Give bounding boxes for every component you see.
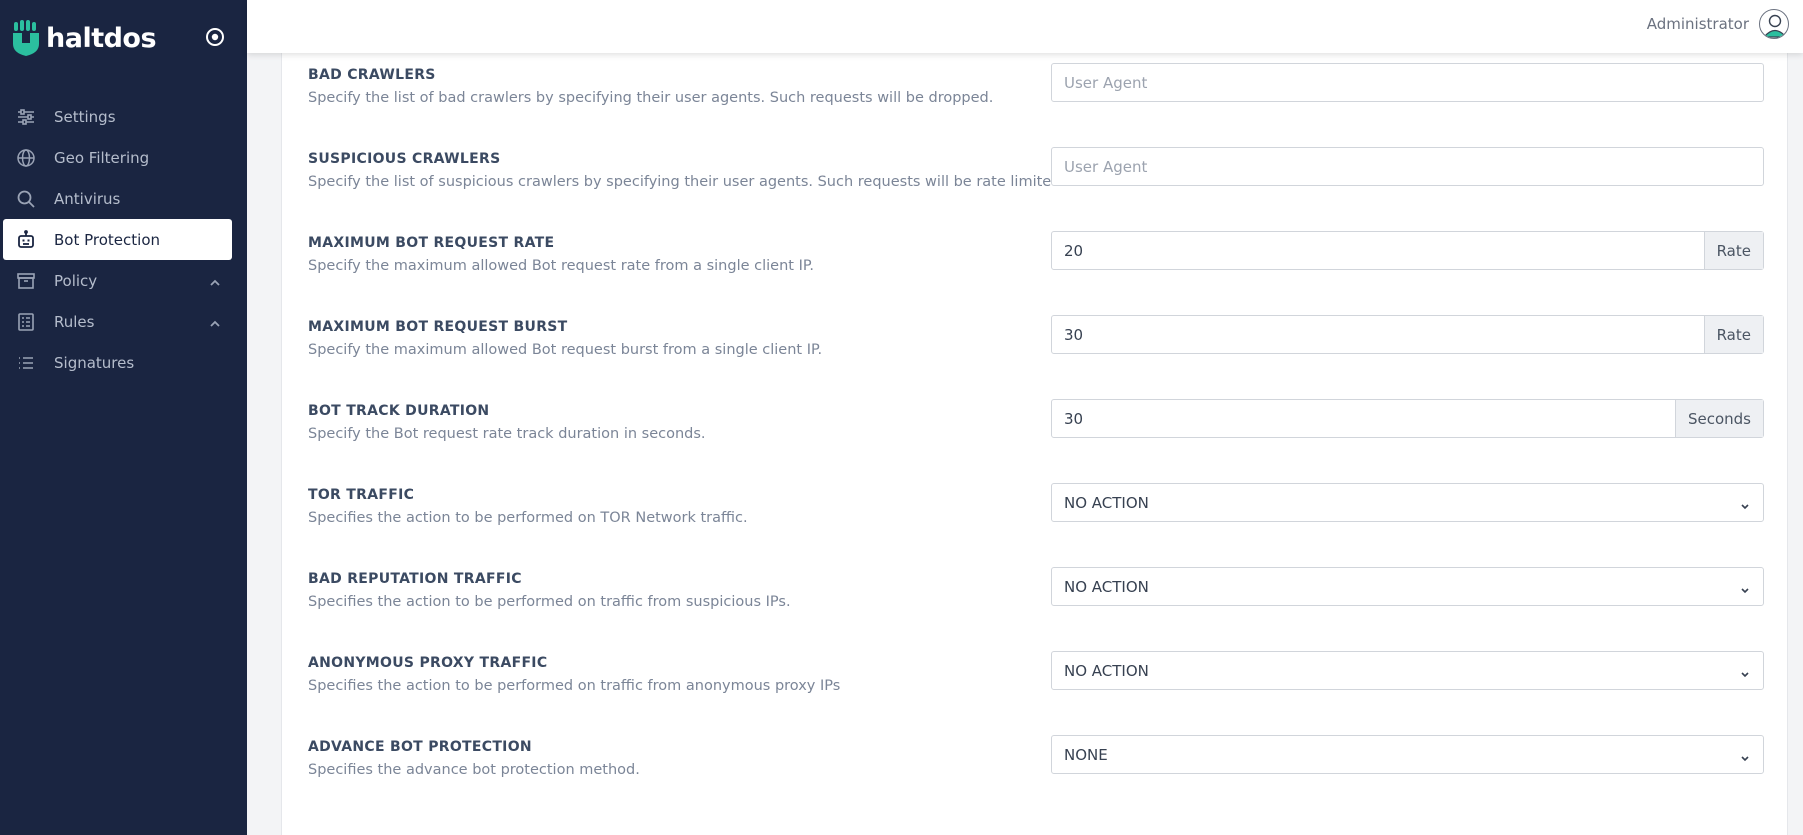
select-value: NONE bbox=[1064, 745, 1108, 764]
bot-protection-settings-panel: BAD CRAWLERS Specify the list of bad cra… bbox=[281, 53, 1788, 835]
max-request-rate-input[interactable] bbox=[1052, 232, 1704, 269]
sidebar-item-label: Policy bbox=[54, 271, 98, 290]
sidebar-item-label: Geo Filtering bbox=[54, 148, 150, 167]
setting-description: Specifies the advance bot protection met… bbox=[308, 762, 640, 778]
setting-title: BOT TRACK DURATION bbox=[308, 403, 490, 419]
setting-description: Specify the Bot request rate track durat… bbox=[308, 426, 706, 442]
setting-title: MAXIMUM BOT REQUEST RATE bbox=[308, 235, 555, 251]
sidebar-item-rules[interactable]: Rules bbox=[0, 301, 247, 342]
setting-title: ADVANCE BOT PROTECTION bbox=[308, 739, 532, 755]
setting-description: Specifies the action to be performed on … bbox=[308, 594, 791, 610]
globe-icon bbox=[16, 148, 36, 168]
brand-name: haltdos bbox=[46, 22, 157, 54]
setting-bot-track-duration: BOT TRACK DURATION Specify the Bot reque… bbox=[308, 389, 1778, 459]
advance-bot-protection-select[interactable]: NONE bbox=[1051, 735, 1764, 774]
select-value: NO ACTION bbox=[1064, 577, 1149, 596]
sidebar-item-label: Rules bbox=[54, 312, 95, 331]
setting-tor-traffic: TOR TRAFFIC Specifies the action to be p… bbox=[308, 473, 1778, 543]
setting-suspicious-crawlers: SUSPICIOUS CRAWLERS Specify the list of … bbox=[308, 137, 1778, 207]
max-request-burst-field: Rate bbox=[1051, 315, 1764, 354]
setting-title: SUSPICIOUS CRAWLERS bbox=[308, 151, 501, 167]
setting-max-bot-request-burst: MAXIMUM BOT REQUEST BURST Specify the ma… bbox=[308, 305, 1778, 375]
anonymous-proxy-select[interactable]: NO ACTION bbox=[1051, 651, 1764, 690]
max-request-rate-field: Rate bbox=[1051, 231, 1764, 270]
setting-title: BAD CRAWLERS bbox=[308, 67, 436, 83]
list-icon bbox=[16, 353, 36, 373]
user-name: Administrator bbox=[1646, 15, 1749, 33]
sidebar-item-antivirus[interactable]: Antivirus bbox=[0, 178, 247, 219]
sidebar-toggle-icon[interactable] bbox=[203, 25, 227, 49]
sidebar-item-signatures[interactable]: Signatures bbox=[0, 342, 247, 383]
setting-description: Specify the list of bad crawlers by spec… bbox=[308, 90, 994, 106]
track-duration-input[interactable] bbox=[1052, 400, 1675, 437]
setting-bad-crawlers: BAD CRAWLERS Specify the list of bad cra… bbox=[308, 53, 1778, 123]
setting-title: BAD REPUTATION TRAFFIC bbox=[308, 571, 522, 587]
suspicious-crawlers-input[interactable] bbox=[1052, 148, 1763, 185]
chevron-down-icon bbox=[1739, 749, 1751, 761]
unit-label: Rate bbox=[1703, 316, 1763, 353]
setting-title: TOR TRAFFIC bbox=[308, 487, 415, 503]
archive-icon bbox=[16, 271, 36, 291]
top-bar: Administrator bbox=[247, 0, 1803, 53]
unit-label: Rate bbox=[1703, 232, 1763, 269]
sidebar-item-label: Signatures bbox=[54, 353, 135, 372]
setting-advance-bot-protection: ADVANCE BOT PROTECTION Specifies the adv… bbox=[308, 725, 1778, 795]
setting-description: Specify the maximum allowed Bot request … bbox=[308, 342, 823, 358]
sliders-icon bbox=[16, 107, 36, 127]
setting-description: Specify the maximum allowed Bot request … bbox=[308, 258, 814, 274]
sidebar-item-settings[interactable]: Settings bbox=[0, 96, 247, 137]
sidebar-nav: Settings Geo Filtering Antivirus Bot Pro… bbox=[0, 96, 247, 383]
brand-logo[interactable]: haltdos bbox=[12, 18, 157, 58]
unit-label: Seconds bbox=[1674, 400, 1763, 437]
bad-reputation-select[interactable]: NO ACTION bbox=[1051, 567, 1764, 606]
sidebar-item-bot-protection[interactable]: Bot Protection bbox=[3, 219, 232, 260]
setting-anonymous-proxy-traffic: ANONYMOUS PROXY TRAFFIC Specifies the ac… bbox=[308, 641, 1778, 711]
chevron-down-icon bbox=[1739, 581, 1751, 593]
bad-crawlers-field bbox=[1051, 63, 1764, 102]
list-box-icon bbox=[16, 312, 36, 332]
setting-description: Specifies the action to be performed on … bbox=[308, 510, 748, 526]
select-value: NO ACTION bbox=[1064, 661, 1149, 680]
max-request-burst-input[interactable] bbox=[1052, 316, 1704, 353]
sidebar-item-label: Bot Protection bbox=[54, 230, 161, 249]
chevron-down-icon bbox=[1739, 497, 1751, 509]
suspicious-crawlers-field bbox=[1051, 147, 1764, 186]
chevron-up-icon[interactable] bbox=[209, 315, 221, 327]
select-value: NO ACTION bbox=[1064, 493, 1149, 512]
avatar bbox=[1759, 9, 1789, 39]
track-duration-field: Seconds bbox=[1051, 399, 1764, 438]
search-icon bbox=[16, 189, 36, 209]
chevron-down-icon bbox=[1739, 665, 1751, 677]
chevron-up-icon[interactable] bbox=[209, 274, 221, 286]
setting-bad-reputation-traffic: BAD REPUTATION TRAFFIC Specifies the act… bbox=[308, 557, 1778, 627]
bad-crawlers-input[interactable] bbox=[1052, 64, 1763, 101]
user-menu[interactable]: Administrator bbox=[1647, 9, 1789, 39]
sidebar-item-label: Settings bbox=[54, 107, 116, 126]
robot-icon bbox=[16, 229, 36, 250]
setting-title: ANONYMOUS PROXY TRAFFIC bbox=[308, 655, 548, 671]
setting-title: MAXIMUM BOT REQUEST BURST bbox=[308, 319, 568, 335]
setting-description: Specify the list of suspicious crawlers … bbox=[308, 174, 1066, 190]
sidebar-item-geo-filtering[interactable]: Geo Filtering bbox=[0, 137, 247, 178]
sidebar-item-label: Antivirus bbox=[54, 189, 121, 208]
setting-max-bot-request-rate: MAXIMUM BOT REQUEST RATE Specify the max… bbox=[308, 221, 1778, 291]
setting-description: Specifies the action to be performed on … bbox=[308, 678, 841, 694]
sidebar: haltdos Settings Geo Filtering Antivirus bbox=[0, 0, 247, 835]
sidebar-item-policy[interactable]: Policy bbox=[0, 260, 247, 301]
haltdos-logo-icon bbox=[12, 20, 40, 56]
tor-traffic-select[interactable]: NO ACTION bbox=[1051, 483, 1764, 522]
